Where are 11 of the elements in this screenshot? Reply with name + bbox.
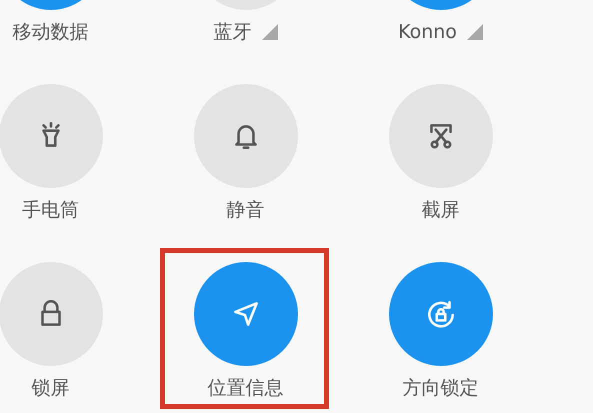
toggle-label: 位置信息 [208,376,284,400]
toggle-label: 方向锁定 [402,376,478,400]
toggle-label: Konno [398,20,457,44]
toggle-label: 蓝牙 [214,20,252,44]
toggle-label: 锁屏 [32,376,70,400]
toggle-label: 截屏 [422,198,460,222]
corner-triangle-icon[interactable] [466,24,483,40]
toggle-label: 手电筒 [22,198,79,222]
toggle-label: 静音 [226,198,264,222]
toggle-label: 移动数据 [12,20,88,44]
corner-triangle-icon[interactable] [262,24,278,40]
